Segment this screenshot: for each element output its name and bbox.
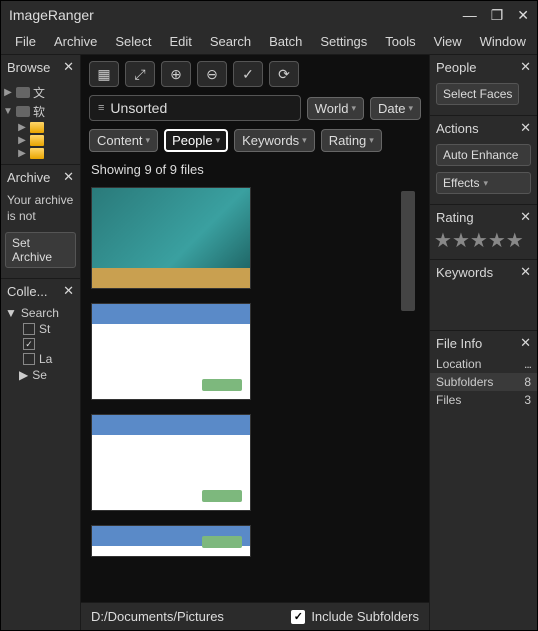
star-icon[interactable]: ★ <box>506 231 524 251</box>
menu-search[interactable]: Search <box>202 31 259 52</box>
menu-batch[interactable]: Batch <box>261 31 310 52</box>
rating-stars[interactable]: ★ ★ ★ ★ ★ <box>430 229 537 253</box>
people-close-icon[interactable]: ✕ <box>520 59 531 75</box>
folder-icon <box>30 122 44 133</box>
view-toolbar: ▦ ⤢ ⊕ ⊖ ✓ ⟳ <box>81 55 429 93</box>
fileinfo-title: File Info <box>436 336 482 351</box>
menu-window[interactable]: Window <box>472 31 534 52</box>
zoom-in-icon[interactable]: ⊕ <box>161 61 191 87</box>
collections-title: Colle... <box>7 284 47 299</box>
menu-tools[interactable]: Tools <box>377 31 423 52</box>
set-archive-button[interactable]: Set Archive <box>5 232 76 268</box>
drive-icon <box>16 106 30 117</box>
sort-label: Unsorted <box>110 100 167 116</box>
select-faces-button[interactable]: Select Faces <box>436 83 519 105</box>
menu-bar: File Archive Select Edit Search Batch Se… <box>1 29 537 55</box>
thumbnail-item[interactable] <box>91 525 251 557</box>
folder-icon <box>30 135 44 146</box>
check-icon[interactable]: ✓ <box>233 61 263 87</box>
title-bar: ImageRanger — ❐ ✕ <box>1 1 537 29</box>
thumbnail-item[interactable] <box>91 303 251 400</box>
browse-panel-header: Browse ✕ <box>1 55 80 79</box>
thumbnail-item[interactable] <box>91 414 251 511</box>
star-icon[interactable]: ★ <box>488 231 506 251</box>
current-path: D:/Documents/Pictures <box>91 609 224 624</box>
scrollbar[interactable] <box>401 191 415 311</box>
effects-button[interactable]: Effects▾ <box>436 172 531 194</box>
zoom-out-icon[interactable]: ⊖ <box>197 61 227 87</box>
checkbox-checked-icon: ✓ <box>291 610 305 624</box>
auto-enhance-button[interactable]: Auto Enhance <box>436 144 531 166</box>
actions-close-icon[interactable]: ✕ <box>520 120 531 136</box>
rating-title: Rating <box>436 210 474 225</box>
maximize-icon[interactable]: ❐ <box>491 7 504 24</box>
browse-close-icon[interactable]: ✕ <box>63 59 74 75</box>
thumbnail-item[interactable] <box>91 187 251 289</box>
filter-rating[interactable]: Rating▾ <box>321 129 382 152</box>
keywords-close-icon[interactable]: ✕ <box>520 264 531 280</box>
star-icon[interactable]: ★ <box>470 231 488 251</box>
expand-icon[interactable]: ⤢ <box>125 61 155 87</box>
sort-selector[interactable]: ≡ Unsorted <box>89 95 301 121</box>
star-icon[interactable]: ★ <box>452 231 470 251</box>
menu-edit[interactable]: Edit <box>161 31 199 52</box>
filter-date[interactable]: Date▾ <box>370 97 421 120</box>
app-title: ImageRanger <box>9 7 94 23</box>
refresh-icon[interactable]: ⟳ <box>269 61 299 87</box>
actions-title: Actions <box>436 121 479 136</box>
menu-select[interactable]: Select <box>107 31 159 52</box>
filter-content[interactable]: Content▾ <box>89 129 158 152</box>
archive-message: Your archive is not <box>1 189 80 228</box>
menu-view[interactable]: View <box>426 31 470 52</box>
menu-file[interactable]: File <box>7 31 44 52</box>
status-text: Showing 9 of 9 files <box>81 158 429 181</box>
people-title: People <box>436 60 476 75</box>
minimize-icon[interactable]: — <box>463 7 477 23</box>
close-icon[interactable]: ✕ <box>517 7 529 24</box>
archive-panel-header: Archive ✕ <box>1 165 80 189</box>
archive-close-icon[interactable]: ✕ <box>63 169 74 185</box>
thumbnail-grid[interactable] <box>81 181 429 602</box>
star-icon[interactable]: ★ <box>434 231 452 251</box>
filter-people[interactable]: People▾ <box>164 129 228 152</box>
filter-world[interactable]: World▾ <box>307 97 364 120</box>
include-subfolders-toggle[interactable]: ✓ Include Subfolders <box>291 609 419 624</box>
grid-view-icon[interactable]: ▦ <box>89 61 119 87</box>
keywords-title: Keywords <box>436 265 493 280</box>
fileinfo-close-icon[interactable]: ✕ <box>520 335 531 351</box>
include-label: Include Subfolders <box>311 609 419 624</box>
archive-title: Archive <box>7 170 50 185</box>
sort-bars-icon: ≡ <box>98 102 104 114</box>
collections-panel-header: Colle... ✕ <box>1 279 80 303</box>
collections-close-icon[interactable]: ✕ <box>63 283 74 299</box>
browse-title: Browse <box>7 60 50 75</box>
drive-icon <box>16 87 30 98</box>
collections-tree[interactable]: ▼Search St ✓ La ▶Se <box>1 303 80 385</box>
menu-settings[interactable]: Settings <box>312 31 375 52</box>
folder-tree[interactable]: ▶文 ▼软 ▶ ▶ ▶ <box>1 79 80 164</box>
file-info-table: Location... Subfolders8 Files3 <box>430 355 537 409</box>
rating-close-icon[interactable]: ✕ <box>520 209 531 225</box>
menu-archive[interactable]: Archive <box>46 31 105 52</box>
folder-icon <box>30 148 44 159</box>
filter-keywords[interactable]: Keywords▾ <box>234 129 315 152</box>
